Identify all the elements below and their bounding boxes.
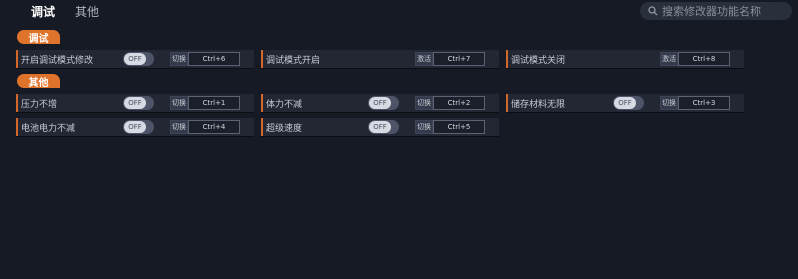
toggle-switch[interactable]: OFF bbox=[123, 96, 154, 110]
toggle-state: OFF bbox=[369, 121, 391, 133]
toggle-switch[interactable]: OFF bbox=[368, 120, 399, 134]
row-enable-debug-mod: 开启调试模式修改 OFF 切换 Ctrl+6 bbox=[16, 50, 254, 68]
hotkey-field[interactable]: Ctrl+5 bbox=[433, 120, 485, 134]
action-label: 切换 bbox=[415, 120, 433, 134]
tab-other[interactable]: 其他 bbox=[75, 3, 99, 20]
toggle-state: OFF bbox=[369, 97, 391, 109]
top-bar: 调试 其他 bbox=[0, 0, 798, 24]
hotkey-field[interactable]: Ctrl+7 bbox=[433, 52, 485, 66]
search-input[interactable] bbox=[662, 4, 782, 18]
row-battery-no-decrease: 电池电力不减 OFF 切换 Ctrl+4 bbox=[16, 118, 254, 136]
hotkey-field[interactable]: Ctrl+8 bbox=[678, 52, 730, 66]
row-debug-on: 调试模式开启 激活 Ctrl+7 bbox=[261, 50, 499, 68]
section-debug-tag: 调试 bbox=[17, 30, 60, 45]
row-label: 开启调试模式修改 bbox=[21, 56, 94, 66]
toggle-switch[interactable]: OFF bbox=[368, 96, 399, 110]
toggle-state: OFF bbox=[124, 53, 146, 65]
hotkey-field[interactable]: Ctrl+2 bbox=[433, 96, 485, 110]
action-label: 激活 bbox=[660, 52, 678, 66]
row-no-pressure-increase: 压力不增 OFF 切换 Ctrl+1 bbox=[16, 94, 254, 112]
section-other-tag: 其他 bbox=[17, 74, 60, 89]
toggle-switch[interactable]: OFF bbox=[613, 96, 644, 110]
action-label: 切换 bbox=[170, 96, 188, 110]
action-label: 切换 bbox=[170, 52, 188, 66]
action-label: 切换 bbox=[660, 96, 678, 110]
hotkey-field[interactable]: Ctrl+6 bbox=[188, 52, 240, 66]
action-label: 激活 bbox=[415, 52, 433, 66]
toggle-state: OFF bbox=[124, 121, 146, 133]
search-box[interactable] bbox=[640, 2, 792, 20]
row-debug-off: 调试模式关闭 激活 Ctrl+8 bbox=[506, 50, 744, 68]
toggle-state: OFF bbox=[614, 97, 636, 109]
search-icon bbox=[648, 6, 658, 16]
row-label: 电池电力不减 bbox=[21, 124, 76, 134]
hotkey-field[interactable]: Ctrl+4 bbox=[188, 120, 240, 134]
row-label: 调试模式开启 bbox=[266, 56, 321, 66]
tab-debug[interactable]: 调试 bbox=[31, 3, 55, 20]
row-label: 调试模式关闭 bbox=[511, 56, 566, 66]
row-label: 压力不增 bbox=[21, 100, 58, 110]
row-label: 超级速度 bbox=[266, 124, 303, 134]
row-stamina-no-decrease: 体力不减 OFF 切换 Ctrl+2 bbox=[261, 94, 499, 112]
toggle-switch[interactable]: OFF bbox=[123, 120, 154, 134]
row-label: 储存材料无限 bbox=[511, 100, 566, 110]
action-label: 切换 bbox=[170, 120, 188, 134]
action-label: 切换 bbox=[415, 96, 433, 110]
row-unlimited-storage: 储存材料无限 OFF 切换 Ctrl+3 bbox=[506, 94, 744, 112]
row-super-speed: 超级速度 OFF 切换 Ctrl+5 bbox=[261, 118, 499, 136]
hotkey-field[interactable]: Ctrl+1 bbox=[188, 96, 240, 110]
toggle-state: OFF bbox=[124, 97, 146, 109]
toggle-switch[interactable]: OFF bbox=[123, 52, 154, 66]
hotkey-field[interactable]: Ctrl+3 bbox=[678, 96, 730, 110]
row-label: 体力不减 bbox=[266, 100, 303, 110]
